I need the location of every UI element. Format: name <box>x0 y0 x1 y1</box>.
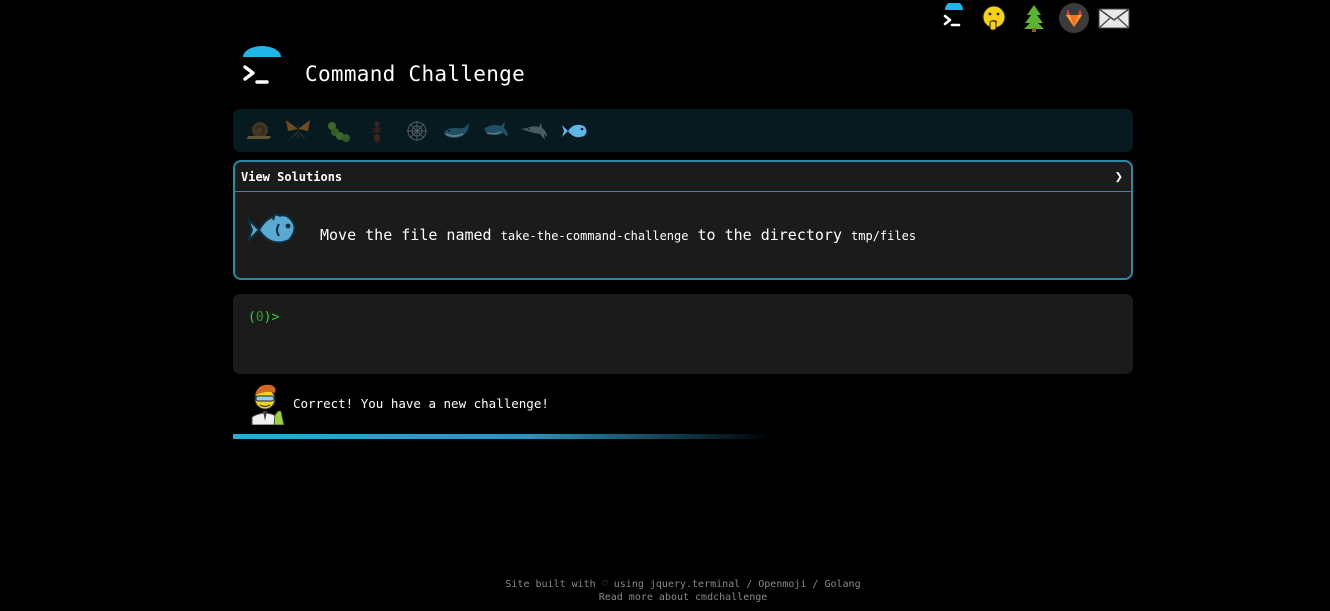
fish-icon <box>245 206 301 256</box>
dolphin-icon <box>521 122 548 140</box>
butterfly-icon <box>286 119 311 141</box>
prompt-close: )> <box>263 310 280 325</box>
ant-icon <box>372 121 383 142</box>
challenge-whale[interactable] <box>437 111 477 151</box>
challenge-ant[interactable] <box>358 111 398 151</box>
tree-icon[interactable] <box>1014 0 1054 36</box>
snail-icon <box>246 121 271 139</box>
chevron-right-icon: ❯ <box>1114 168 1123 185</box>
fish-icon <box>561 124 587 137</box>
task-text-middle: to the directory <box>688 226 852 244</box>
result-message: Correct! You have a new challenge! <box>293 396 549 411</box>
caterpillar-icon <box>327 121 350 142</box>
shushing-face-icon[interactable] <box>974 0 1014 36</box>
view-solutions-toggle[interactable]: View Solutions ❯ <box>235 162 1131 192</box>
task-body: Move the file named take-the-command-cha… <box>235 192 1131 278</box>
challenge-web[interactable] <box>397 111 437 151</box>
task-dir-name: tmp/files <box>851 229 917 243</box>
footer-credits[interactable]: Site built with ♡ using jquery.terminal … <box>505 579 860 590</box>
view-solutions-label: View Solutions <box>241 169 343 184</box>
terminal-logo-icon[interactable] <box>238 46 286 94</box>
task-description: Move the file named take-the-command-cha… <box>320 226 916 244</box>
terminal-input[interactable]: (0)> <box>233 294 1133 374</box>
top-nav <box>934 0 1134 36</box>
challenge-dolphin[interactable] <box>516 111 556 151</box>
footer: Site built with ♡ using jquery.terminal … <box>0 578 1330 604</box>
envelope-icon[interactable] <box>1094 0 1134 36</box>
task-panel: View Solutions ❯ Move the file named tak… <box>233 160 1133 280</box>
challenge-shark[interactable] <box>476 111 516 151</box>
web-icon <box>406 120 427 141</box>
shark-icon <box>483 121 508 137</box>
prompt-count: 0 <box>255 310 264 325</box>
challenge-caterpillar[interactable] <box>318 111 358 151</box>
challenge-snail[interactable] <box>239 111 279 151</box>
challenge-fish[interactable] <box>555 111 595 151</box>
task-text-before: Move the file named <box>320 226 501 244</box>
scientist-avatar <box>244 381 286 426</box>
terminal-prompt: (0)> <box>248 310 279 325</box>
challenge-bar <box>233 109 1133 152</box>
whale-icon <box>444 122 470 138</box>
task-file-name: take-the-command-challenge <box>500 229 689 243</box>
progress-bar <box>233 434 773 439</box>
terminal-icon[interactable] <box>934 0 974 36</box>
prompt-open: ( <box>248 310 256 325</box>
footer-about-link[interactable]: Read more about cmdchallenge <box>599 592 768 603</box>
gitlab-icon[interactable] <box>1054 0 1094 36</box>
page-title: Command Challenge <box>305 62 526 86</box>
challenge-butterfly[interactable] <box>279 111 319 151</box>
